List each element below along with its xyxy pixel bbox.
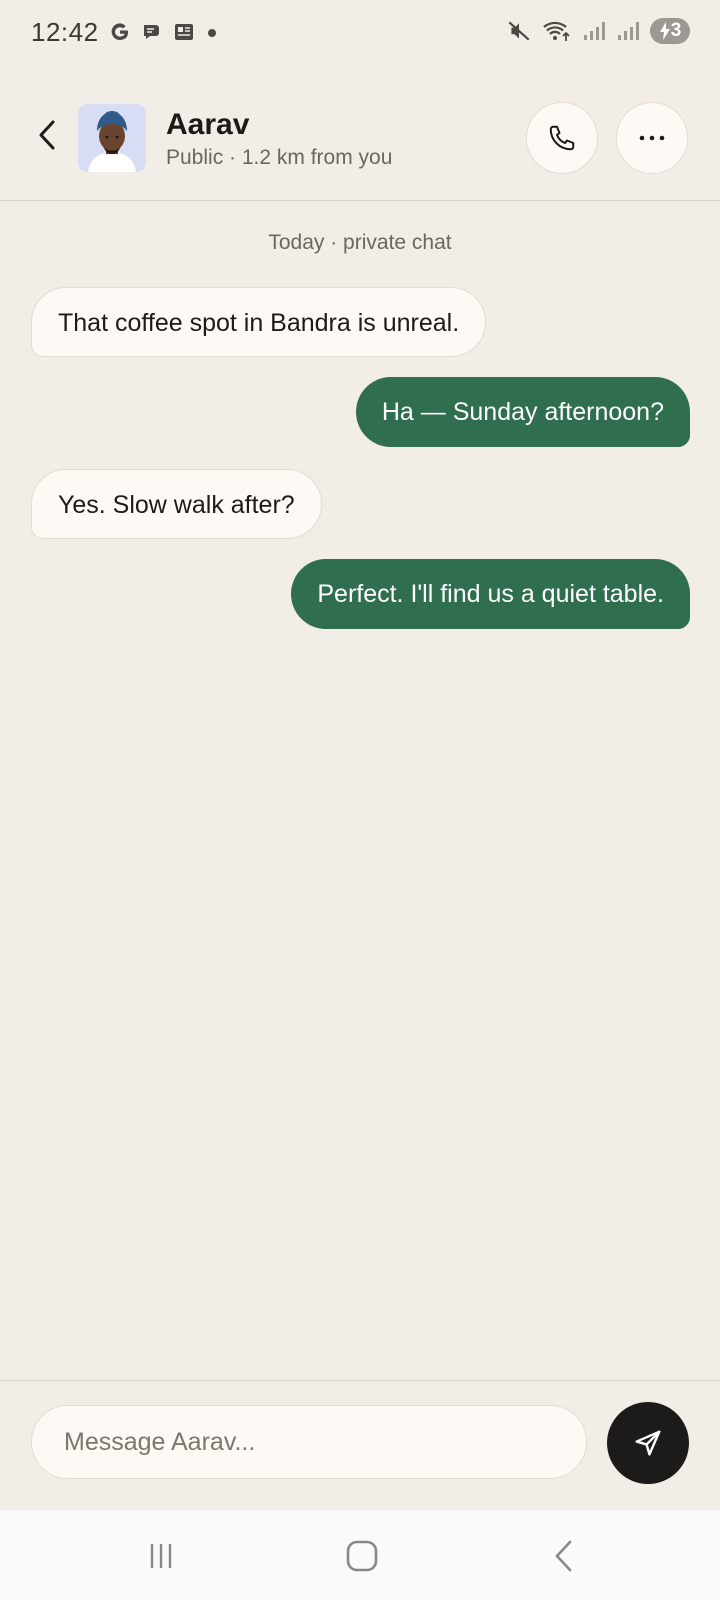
recent-apps-icon <box>150 1544 172 1568</box>
message-input[interactable] <box>31 1405 587 1479</box>
mute-icon <box>508 21 530 41</box>
system-back-button[interactable] <box>544 1536 584 1576</box>
avatar[interactable] <box>78 104 146 172</box>
recent-apps-button[interactable] <box>141 1536 181 1576</box>
contact-status: Public · 1.2 km from you <box>166 146 393 169</box>
chat-bubble-icon <box>144 25 159 39</box>
day-separator: Today · private chat <box>268 231 452 254</box>
dot-icon <box>208 29 216 37</box>
call-button[interactable] <box>526 102 598 174</box>
home-icon <box>346 1540 378 1572</box>
charging-bolt-icon <box>659 22 670 40</box>
status-bar: 12:42 3 <box>0 0 720 68</box>
back-arrow-icon <box>555 1540 572 1572</box>
signal-icon <box>618 22 639 40</box>
send-icon <box>635 1430 661 1456</box>
google-icon <box>111 23 128 41</box>
message-incoming[interactable]: Yes. Slow walk after? <box>31 469 322 539</box>
message-outgoing[interactable]: Perfect. I'll find us a quiet table. <box>291 559 690 629</box>
message-outgoing[interactable]: Ha — Sunday afternoon? <box>355 377 690 447</box>
battery-level: 3 <box>670 20 682 41</box>
more-horizontal-icon <box>639 135 665 141</box>
phone-icon <box>549 125 575 151</box>
status-time: 12:42 <box>31 17 99 47</box>
signal-icon <box>584 22 605 40</box>
send-button[interactable] <box>607 1402 689 1484</box>
wifi-icon <box>543 21 570 41</box>
more-options-button[interactable] <box>616 102 688 174</box>
battery-indicator: 3 <box>650 18 690 44</box>
back-button[interactable] <box>30 118 64 152</box>
system-navigation-bar <box>0 1510 720 1600</box>
contact-name: Aarav <box>166 108 250 141</box>
news-icon <box>175 24 193 40</box>
message-composer <box>0 1380 720 1511</box>
chat-header: Aarav Public · 1.2 km from you <box>0 68 720 201</box>
avatar-illustration-icon <box>78 104 146 172</box>
home-button[interactable] <box>342 1536 382 1576</box>
message-incoming[interactable]: That coffee spot in Bandra is unreal. <box>31 287 487 357</box>
chevron-left-icon <box>39 120 55 150</box>
